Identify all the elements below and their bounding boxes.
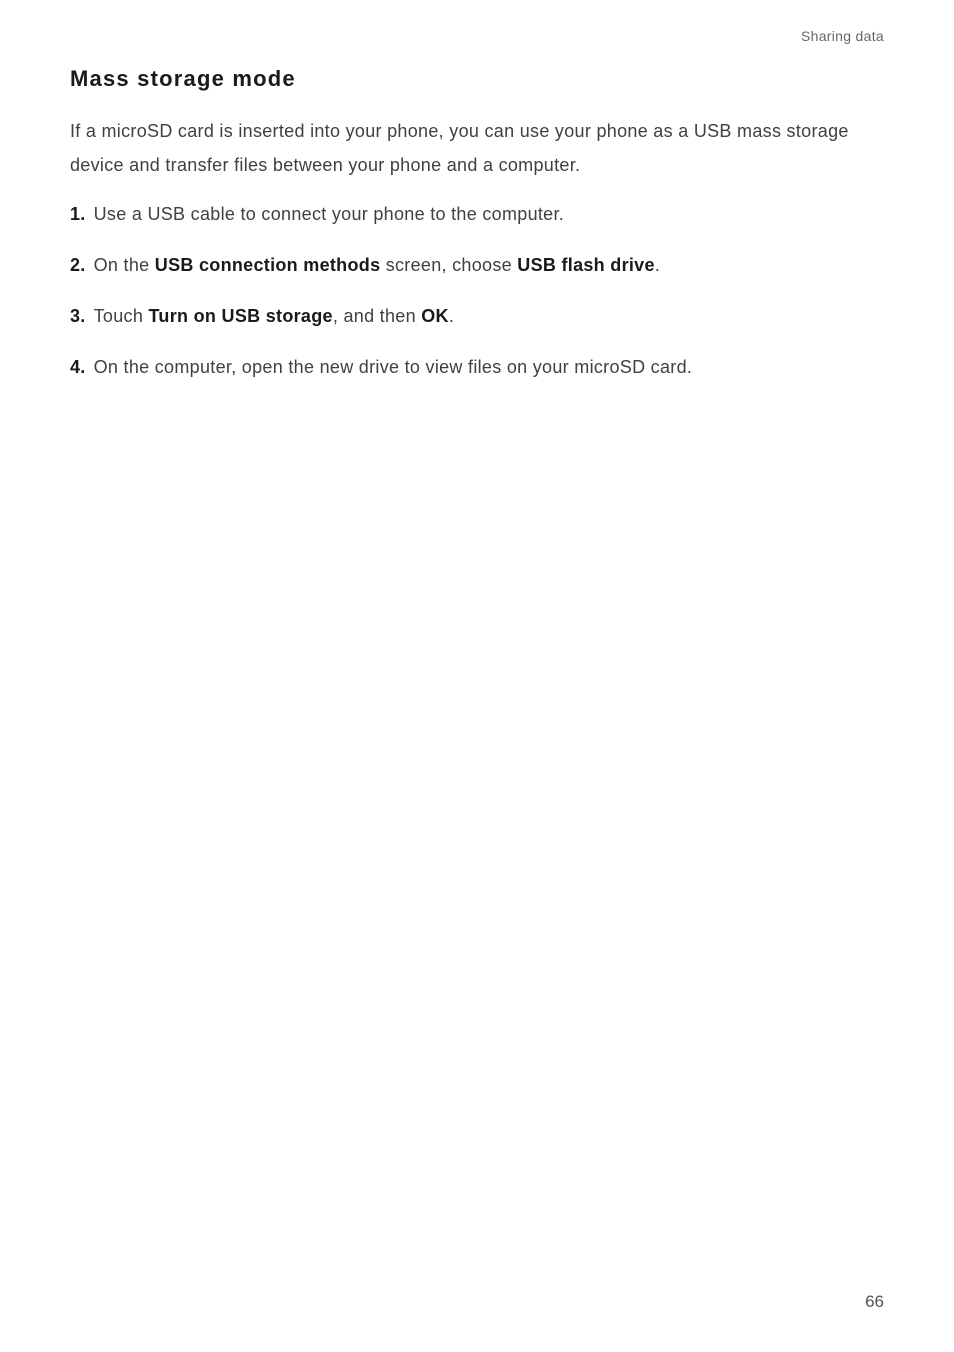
header-section-label: Sharing data	[70, 28, 884, 44]
step-text: On the USB connection methods screen, ch…	[94, 251, 884, 280]
intro-paragraph: If a microSD card is inserted into your …	[70, 114, 884, 182]
step-number: 3.	[70, 302, 86, 331]
step-text: On the computer, open the new drive to v…	[94, 353, 884, 382]
step-list: 1. Use a USB cable to connect your phone…	[70, 200, 884, 381]
step-text: Touch Turn on USB storage, and then OK.	[94, 302, 884, 331]
step-item: 4. On the computer, open the new drive t…	[70, 353, 884, 382]
step-item: 1. Use a USB cable to connect your phone…	[70, 200, 884, 229]
page-title: Mass storage mode	[70, 66, 884, 92]
step-number: 2.	[70, 251, 86, 280]
step-item: 2. On the USB connection methods screen,…	[70, 251, 884, 280]
step-number: 1.	[70, 200, 86, 229]
step-number: 4.	[70, 353, 86, 382]
step-item: 3. Touch Turn on USB storage, and then O…	[70, 302, 884, 331]
step-text: Use a USB cable to connect your phone to…	[94, 200, 884, 229]
page-number: 66	[865, 1292, 884, 1312]
